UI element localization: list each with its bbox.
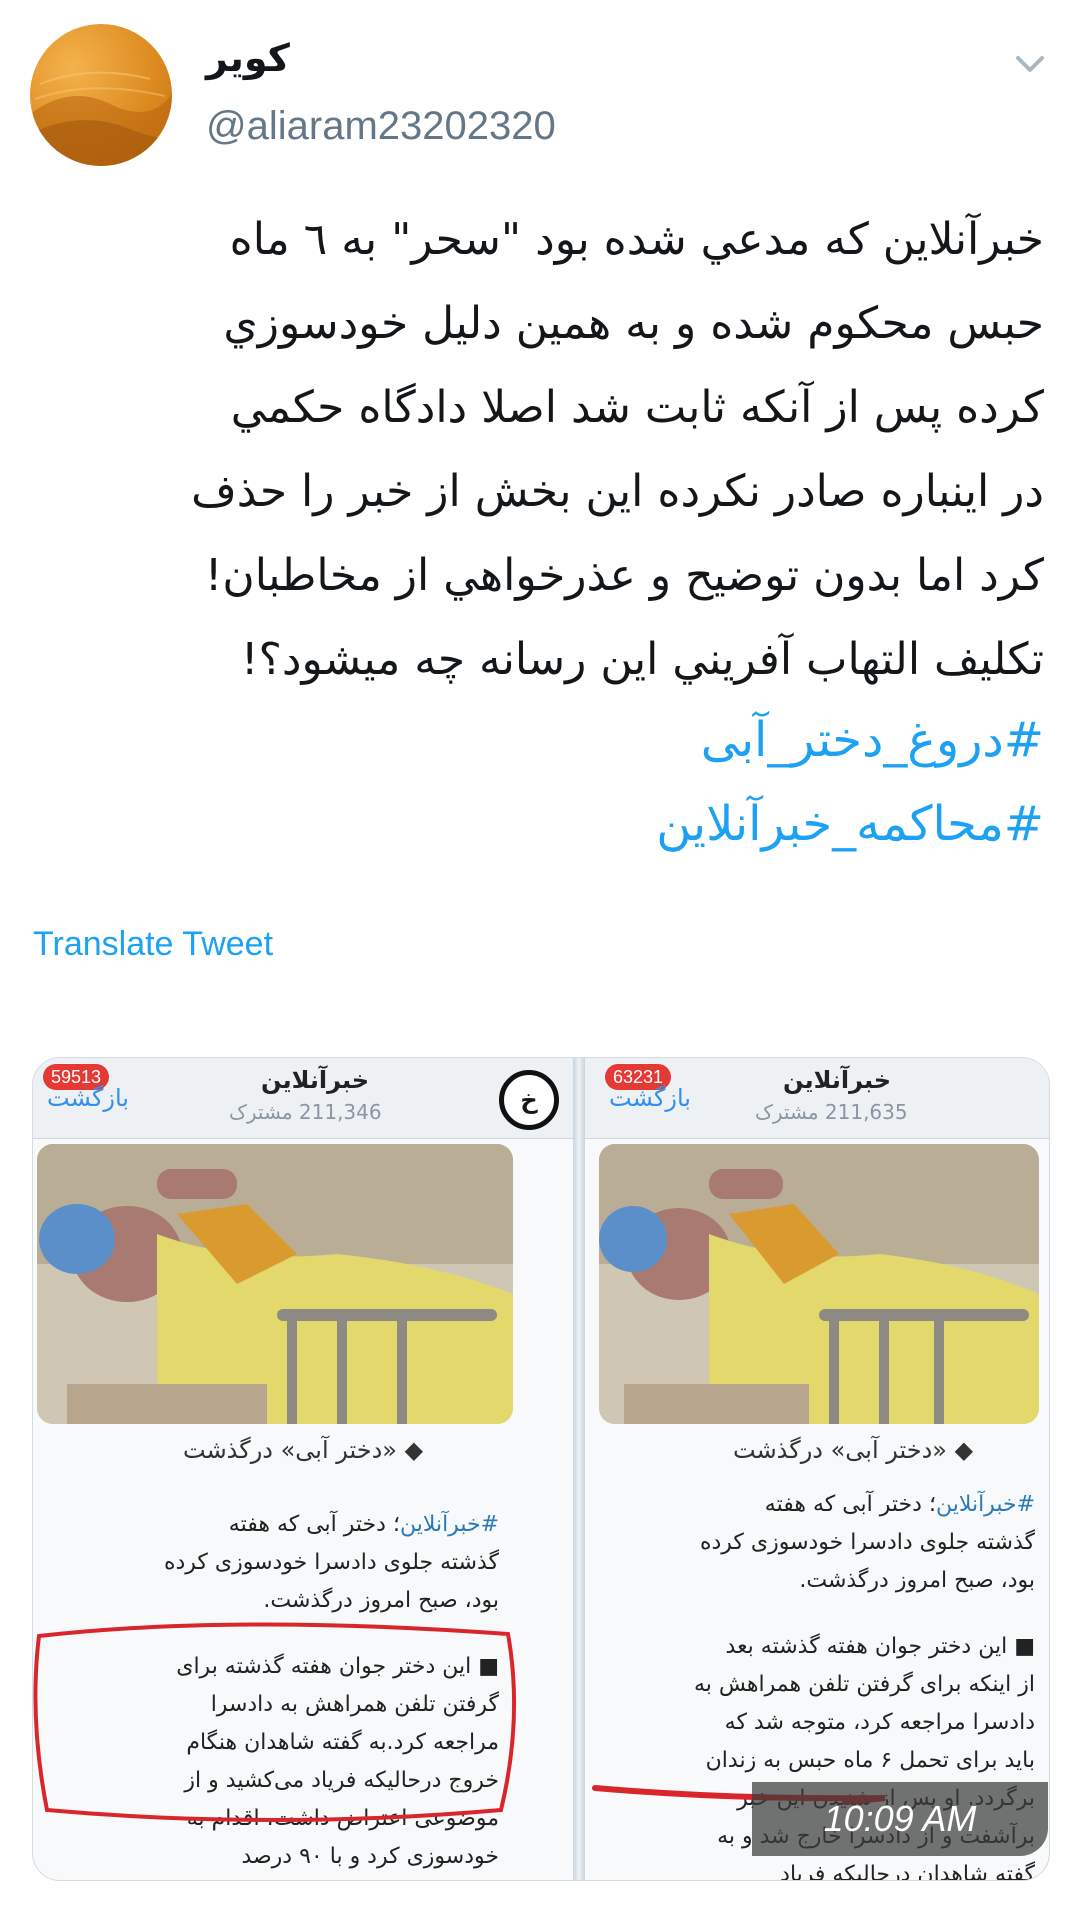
- channel-header: 63231 بازگشت خبرآنلاین 211,635 مشترک: [585, 1058, 1049, 1139]
- hashtag-link[interactable]: #محاکمه_خبرآنلاین: [656, 796, 1044, 852]
- news-paragraph: #خبرآنلاین؛ دختر آبی که هفته گذشته جلوی …: [595, 1486, 1035, 1600]
- news-headline: ◆ «دختر آبی» درگذشت: [733, 1436, 974, 1464]
- user-handle[interactable]: @aliaram23202320: [206, 104, 556, 149]
- news-headline: ◆ «دختر آبی» درگذشت: [183, 1436, 424, 1464]
- chevron-down-icon[interactable]: [1010, 44, 1050, 84]
- subscriber-count: 211,346 مشترک: [229, 1100, 382, 1124]
- news-photo: [37, 1144, 513, 1424]
- translate-tweet-link[interactable]: Translate Tweet: [33, 925, 273, 964]
- hashtag-link[interactable]: #دروغ_دختر_آبی: [701, 712, 1044, 768]
- hashtag-text: #خبرآنلاین: [935, 1492, 1035, 1517]
- tweet-media-image[interactable]: 59513 بازگشت خبرآنلاین 211,346 مشترک خ ◆…: [32, 1057, 1050, 1881]
- tweet-text: خبرآنلاین که مدعي شده بود "سحر" به ٦ ماه…: [191, 214, 1044, 685]
- channel-name: خبرآنلاین: [261, 1066, 370, 1094]
- desert-dune-image: [30, 71, 172, 166]
- channel-logo-icon: خ: [499, 1070, 559, 1130]
- channel-name: خبرآنلاین: [783, 1066, 892, 1094]
- news-photo: [599, 1144, 1039, 1424]
- screenshot-right: 63231 بازگشت خبرآنلاین 211,635 مشترک ◆ «…: [585, 1058, 1049, 1880]
- tweet-header: کویر @aliaram23202320: [30, 24, 1050, 174]
- screenshot-left: 59513 بازگشت خبرآنلاین 211,346 مشترک خ ◆…: [33, 1058, 573, 1880]
- avatar[interactable]: [30, 24, 172, 166]
- news-paragraph: #خبرآنلاین؛ دختر آبی که هفته گذشته جلوی …: [49, 1506, 499, 1620]
- display-name[interactable]: کویر: [206, 36, 290, 80]
- back-link: بازگشت: [47, 1084, 129, 1112]
- panel-divider: [573, 1058, 585, 1880]
- channel-header: 59513 بازگشت خبرآنلاین 211,346 مشترک خ: [33, 1058, 573, 1139]
- hashtag-text: #خبرآنلاین: [399, 1512, 499, 1537]
- subscriber-count: 211,635 مشترک: [755, 1100, 908, 1124]
- red-annotation-circle: [33, 1622, 517, 1822]
- timestamp: 10:09 AM: [752, 1782, 1048, 1856]
- back-link: بازگشت: [609, 1084, 691, 1112]
